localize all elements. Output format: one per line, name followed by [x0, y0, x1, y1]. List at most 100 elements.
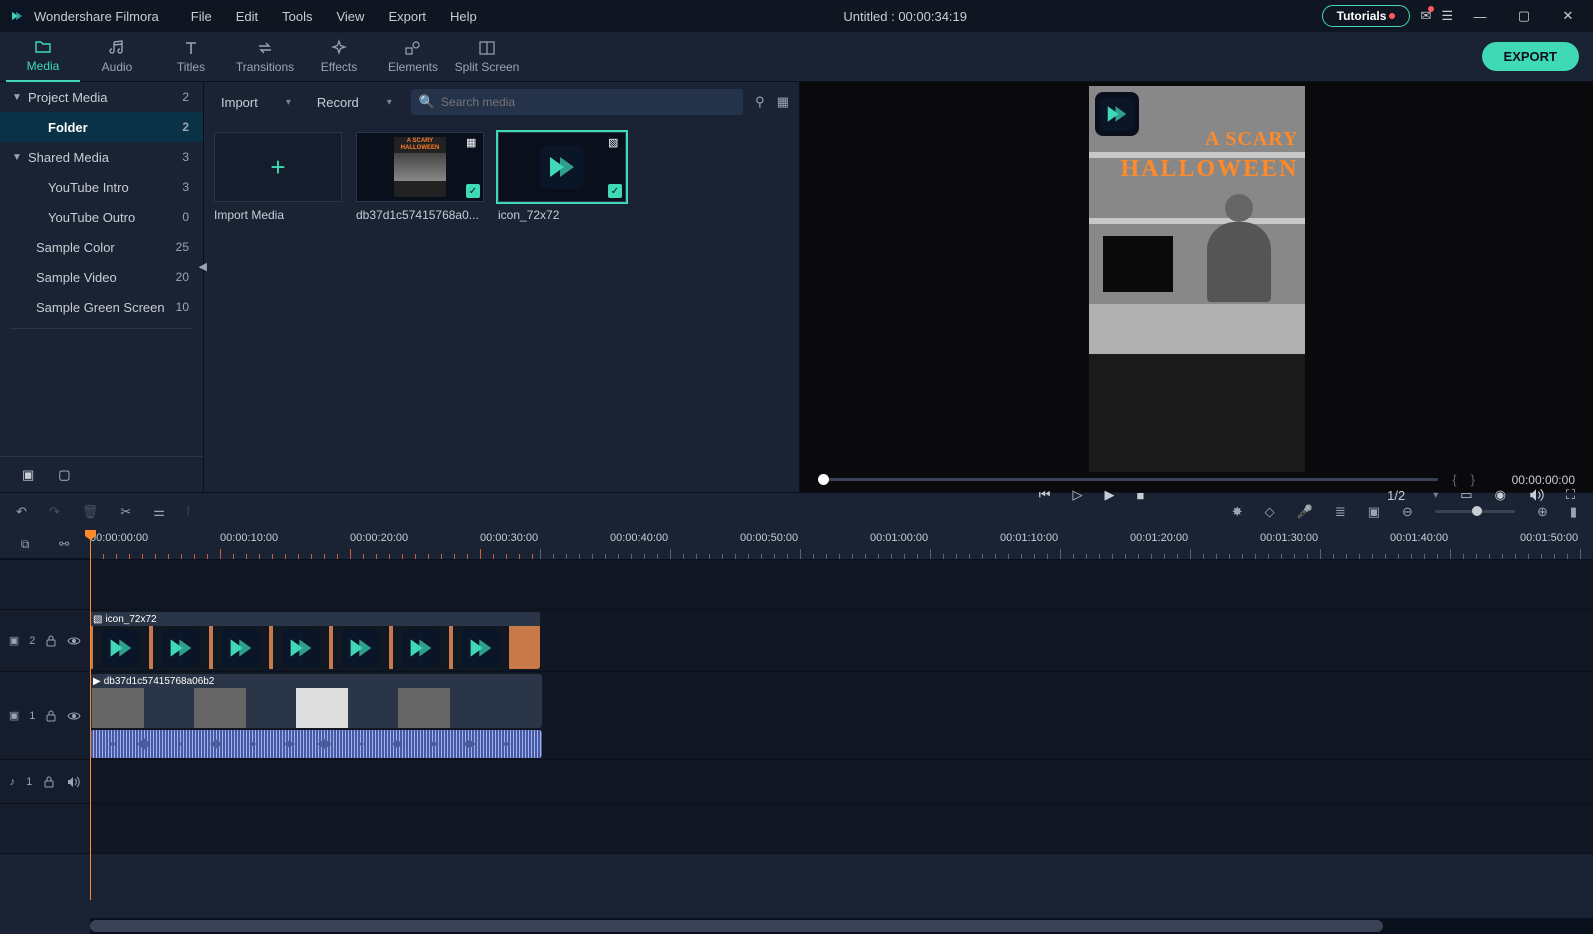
sidebar-item-youtube-outro[interactable]: YouTube Outro0	[0, 202, 203, 232]
sidebar-item-sample-color[interactable]: Sample Color25	[0, 232, 203, 262]
search-icon: 🔍	[419, 94, 435, 110]
sidebar-item-sample-green-screen[interactable]: Sample Green Screen10	[0, 292, 203, 322]
time-ruler[interactable]: 00:00:00:0000:00:10:0000:00:20:0000:00:3…	[90, 530, 1593, 559]
magnet-icon[interactable]: ⧉	[21, 537, 30, 552]
snapshot-icon[interactable]: ◉	[1495, 487, 1506, 503]
app-title: Wondershare Filmora	[34, 9, 159, 24]
preview-quality-icon[interactable]: ▭	[1460, 487, 1472, 503]
green-screen-icon[interactable]: ◇	[1265, 504, 1275, 520]
sidebar-group-shared-media[interactable]: ▼Shared Media3	[0, 142, 203, 172]
new-folder-icon[interactable]: ▢	[58, 467, 70, 483]
ruler-label: 00:00:40:00	[610, 532, 668, 544]
mark-out-icon[interactable]: }	[1471, 472, 1475, 487]
new-folder-filled-icon[interactable]: ▣	[22, 467, 34, 483]
menu-tools[interactable]: Tools	[270, 3, 324, 30]
video-type-icon: ▦	[466, 136, 480, 150]
sidebar-collapse-icon[interactable]: ◀	[199, 260, 207, 273]
zoom-in-icon[interactable]: ⊕	[1537, 504, 1548, 520]
cut-icon[interactable]: ✂	[120, 504, 131, 520]
menu-help[interactable]: Help	[438, 3, 489, 30]
lock-icon[interactable]	[43, 776, 55, 788]
filter-icon[interactable]: ⚲	[755, 94, 765, 110]
timeline-clip-video[interactable]: ▶db37d1c57415768a06b2	[90, 674, 542, 728]
sidebar-group-project-media[interactable]: ▼Project Media2	[0, 82, 203, 112]
audio-mixer-icon[interactable]: ≣	[1335, 504, 1346, 520]
play-loop-icon[interactable]: ▷	[1073, 487, 1083, 503]
sidebar-item-youtube-intro[interactable]: YouTube Intro3	[0, 172, 203, 202]
color-match-icon[interactable]: ✸	[1232, 504, 1243, 520]
menu-view[interactable]: View	[324, 3, 376, 30]
track-video-1: ▣1 ▶db37d1c57415768a06b2	[0, 672, 1593, 760]
media-item-icon[interactable]: ▧ ✓ icon_72x72	[498, 132, 626, 222]
link-icon[interactable]: ⚯	[59, 537, 69, 551]
sidebar-item-folder[interactable]: Folder2	[0, 112, 203, 142]
voiceover-icon[interactable]: 🎤	[1297, 504, 1313, 520]
ruler-label: 00:00:10:00	[220, 532, 278, 544]
eye-icon[interactable]	[67, 636, 81, 646]
play-icon[interactable]: ▶	[1105, 487, 1115, 503]
delete-icon[interactable]: 🗑	[82, 504, 99, 520]
search-media-input[interactable]: 🔍	[411, 89, 743, 115]
ruler-label: 00:01:50:00	[1520, 532, 1578, 544]
redo-icon[interactable]: ↷	[49, 504, 60, 520]
ruler-label: 00:00:00:00	[90, 532, 148, 544]
media-sidebar: ◀ ▼Project Media2 Folder2 ▼Shared Media3…	[0, 82, 204, 492]
zoom-slider[interactable]	[1435, 510, 1515, 513]
main-menu: File Edit Tools View Export Help	[179, 3, 489, 30]
audio-sync-icon[interactable]: ⦚	[187, 504, 190, 520]
messages-icon[interactable]: ✉	[1420, 8, 1431, 24]
zoom-fit-icon[interactable]: ▮	[1570, 504, 1577, 520]
lock-icon[interactable]	[45, 635, 57, 647]
timeline-clip-audio-attached[interactable]	[90, 730, 542, 758]
track-label: 1	[26, 776, 32, 788]
search-field[interactable]	[441, 95, 735, 109]
adjust-icon[interactable]: ⚌	[153, 504, 165, 520]
menu-edit[interactable]: Edit	[224, 3, 270, 30]
sidebar-item-sample-video[interactable]: Sample Video20	[0, 262, 203, 292]
maximize-button[interactable]: ▢	[1507, 0, 1541, 32]
keyframe-icon[interactable]: ▣	[1368, 504, 1380, 520]
task-list-icon[interactable]: ☰	[1441, 8, 1453, 24]
preview-zoom-dropdown[interactable]: 1/2▾	[1387, 488, 1438, 503]
stop-icon[interactable]: ■	[1137, 488, 1145, 503]
playhead[interactable]	[90, 530, 91, 900]
lock-icon[interactable]	[45, 710, 57, 722]
menu-export[interactable]: Export	[376, 3, 438, 30]
eye-icon[interactable]	[67, 711, 81, 721]
tab-audio[interactable]: Audio	[80, 32, 154, 82]
volume-icon[interactable]	[1528, 488, 1544, 502]
prev-frame-icon[interactable]: ⏮	[1039, 487, 1051, 503]
tab-split-screen[interactable]: Split Screen	[450, 32, 524, 82]
timeline-clip-pip[interactable]: ▧icon_72x72	[90, 612, 540, 669]
ruler-label: 00:00:20:00	[350, 532, 408, 544]
preview-stage[interactable]: A SCARY HALLOWEEN	[800, 82, 1593, 472]
plus-icon: +	[270, 152, 285, 183]
undo-icon[interactable]: ↶	[16, 504, 27, 520]
tutorials-button[interactable]: Tutorials	[1322, 5, 1411, 27]
preview-scrubber[interactable]	[818, 478, 1438, 481]
close-button[interactable]: ✕	[1551, 0, 1585, 32]
ruler-label: 00:01:40:00	[1390, 532, 1448, 544]
image-type-icon: ▧	[608, 136, 622, 150]
project-title: Untitled : 00:00:34:19	[489, 9, 1322, 24]
import-media-tile[interactable]: + Import Media	[214, 132, 342, 222]
import-dropdown[interactable]: Import▾	[214, 90, 298, 115]
grid-view-icon[interactable]: ▦	[777, 94, 789, 110]
tab-transitions[interactable]: Transitions	[228, 32, 302, 82]
overlay-text-2: HALLOWEEN	[1113, 156, 1299, 183]
menu-file[interactable]: File	[179, 3, 224, 30]
export-button[interactable]: EXPORT	[1482, 42, 1579, 71]
record-dropdown[interactable]: Record▾	[310, 90, 399, 115]
speaker-icon[interactable]	[66, 776, 80, 788]
timeline-scrollbar[interactable]	[90, 918, 1593, 934]
tab-media[interactable]: Media	[6, 32, 80, 82]
tab-effects[interactable]: Effects	[302, 32, 376, 82]
mark-in-icon[interactable]: {	[1452, 472, 1456, 487]
minimize-button[interactable]: —	[1463, 0, 1497, 32]
zoom-out-icon[interactable]: ⊖	[1402, 504, 1413, 520]
track-audio-1: ♪1	[0, 760, 1593, 804]
tab-elements[interactable]: Elements	[376, 32, 450, 82]
tab-titles[interactable]: Titles	[154, 32, 228, 82]
media-item-video[interactable]: A SCARYHALLOWEEN ▦ ✓ db37d1c57415768a0..…	[356, 132, 484, 222]
fullscreen-icon[interactable]: ⛶	[1566, 487, 1575, 503]
